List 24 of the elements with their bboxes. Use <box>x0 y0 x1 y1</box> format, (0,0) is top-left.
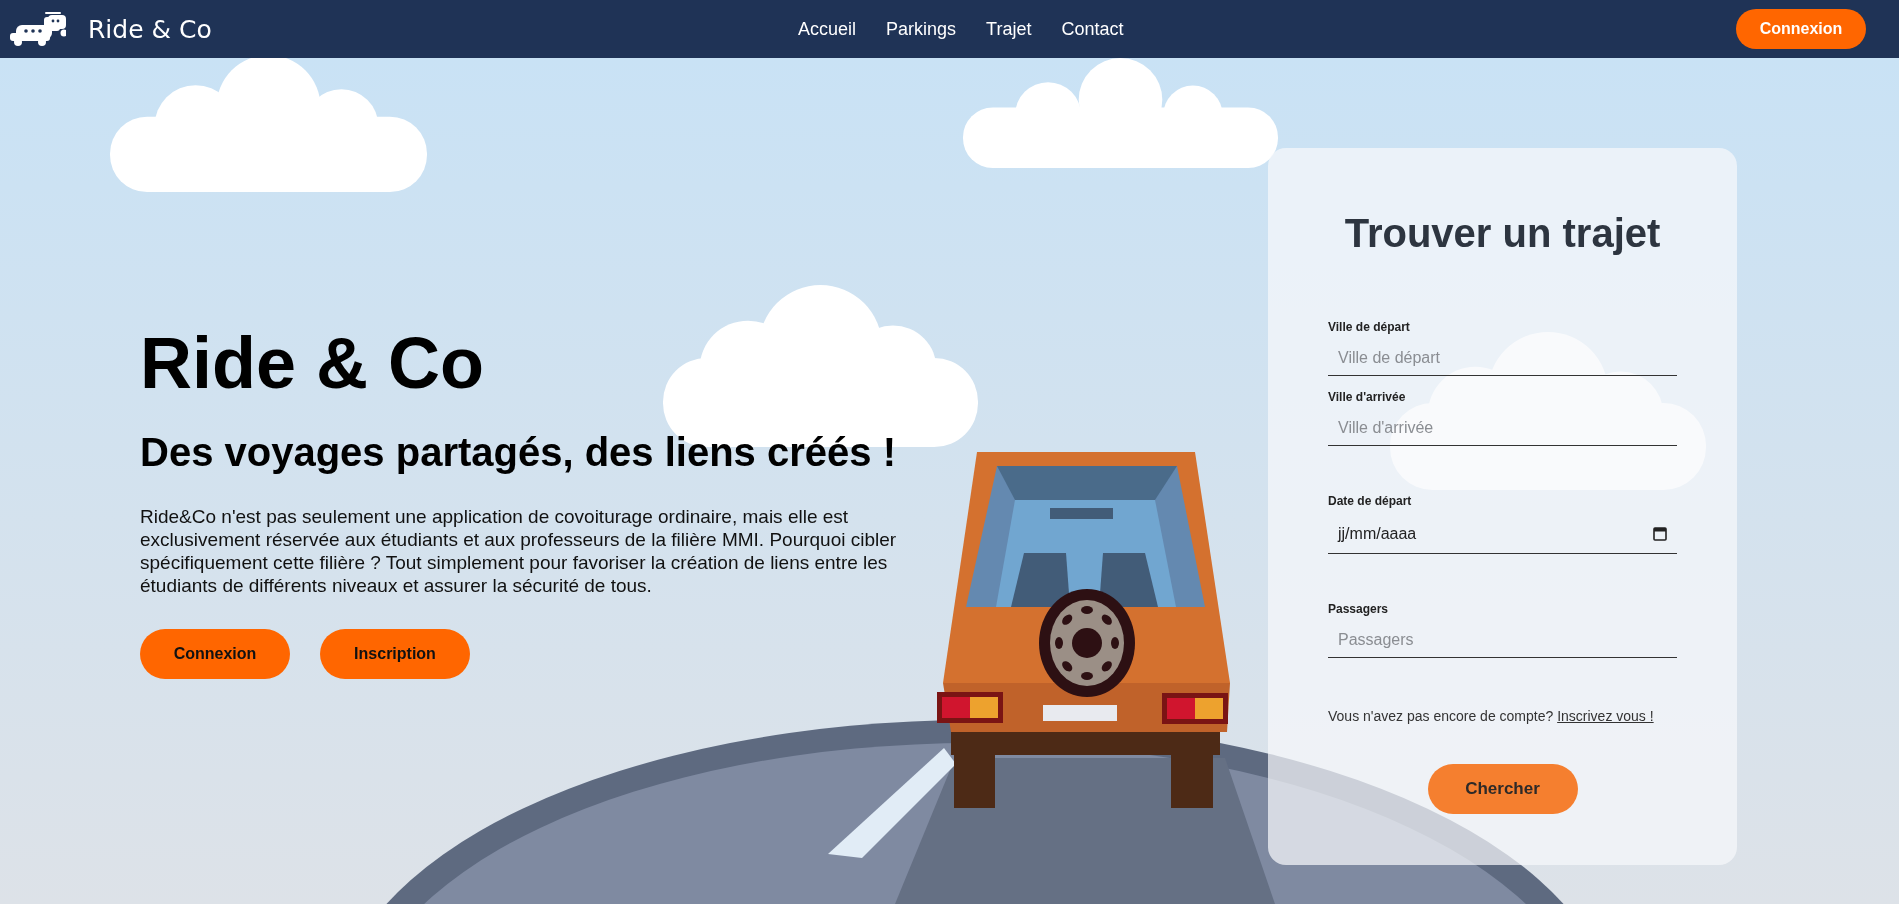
date-field[interactable]: jj/mm/aaaa <box>1328 514 1677 554</box>
nav-link[interactable]: Accueil <box>798 18 857 40</box>
calendar-icon <box>1653 526 1667 541</box>
form-title: Trouver un trajet <box>1343 210 1662 257</box>
signup-button[interactable]: Inscription <box>320 629 470 679</box>
brand-name: Ride & Co <box>88 14 212 44</box>
hero-title: Ride & Co <box>140 322 484 405</box>
field-label: Ville de départ <box>1328 320 1411 334</box>
signup-prompt: Vous n'avez pas encore de compte? Inscrivez vous ! <box>1328 708 1655 724</box>
field-label: Ville d'arrivée <box>1328 390 1407 404</box>
input-field[interactable]: Ville d'arrivée <box>1328 410 1677 446</box>
search-button[interactable]: Chercher <box>1427 764 1578 814</box>
hero-subtitle: Des voyages partagés, des liens créés ! <box>140 429 896 475</box>
vans-logo-icon <box>8 11 66 47</box>
field-label: Date de départ <box>1328 494 1413 508</box>
nav-link[interactable]: Parkings <box>886 18 957 40</box>
nav-link[interactable]: Trajet <box>986 18 1032 40</box>
login-button[interactable]: Connexion <box>140 629 290 679</box>
signup-link[interactable]: Inscrivez vous ! <box>1557 708 1654 724</box>
input-field[interactable]: Ville de départ <box>1328 340 1677 376</box>
field-label: Passagers <box>1328 602 1390 616</box>
input-field[interactable]: Passagers <box>1328 622 1677 658</box>
nav-link[interactable]: Contact <box>1061 18 1124 40</box>
hero-description: Ride&Co n'est pas seulement une application de covoiturage ordinaire, mais elle est exclusivement réservée aux étudiants et aux professeurs de la filière MMI. Pourquoi cibler spécifiquement cette filière ? Tout simplement pour favoriser la création de liens entre les étudiants de différents niveaux et assurer la sécurité de tous. <box>140 505 898 597</box>
